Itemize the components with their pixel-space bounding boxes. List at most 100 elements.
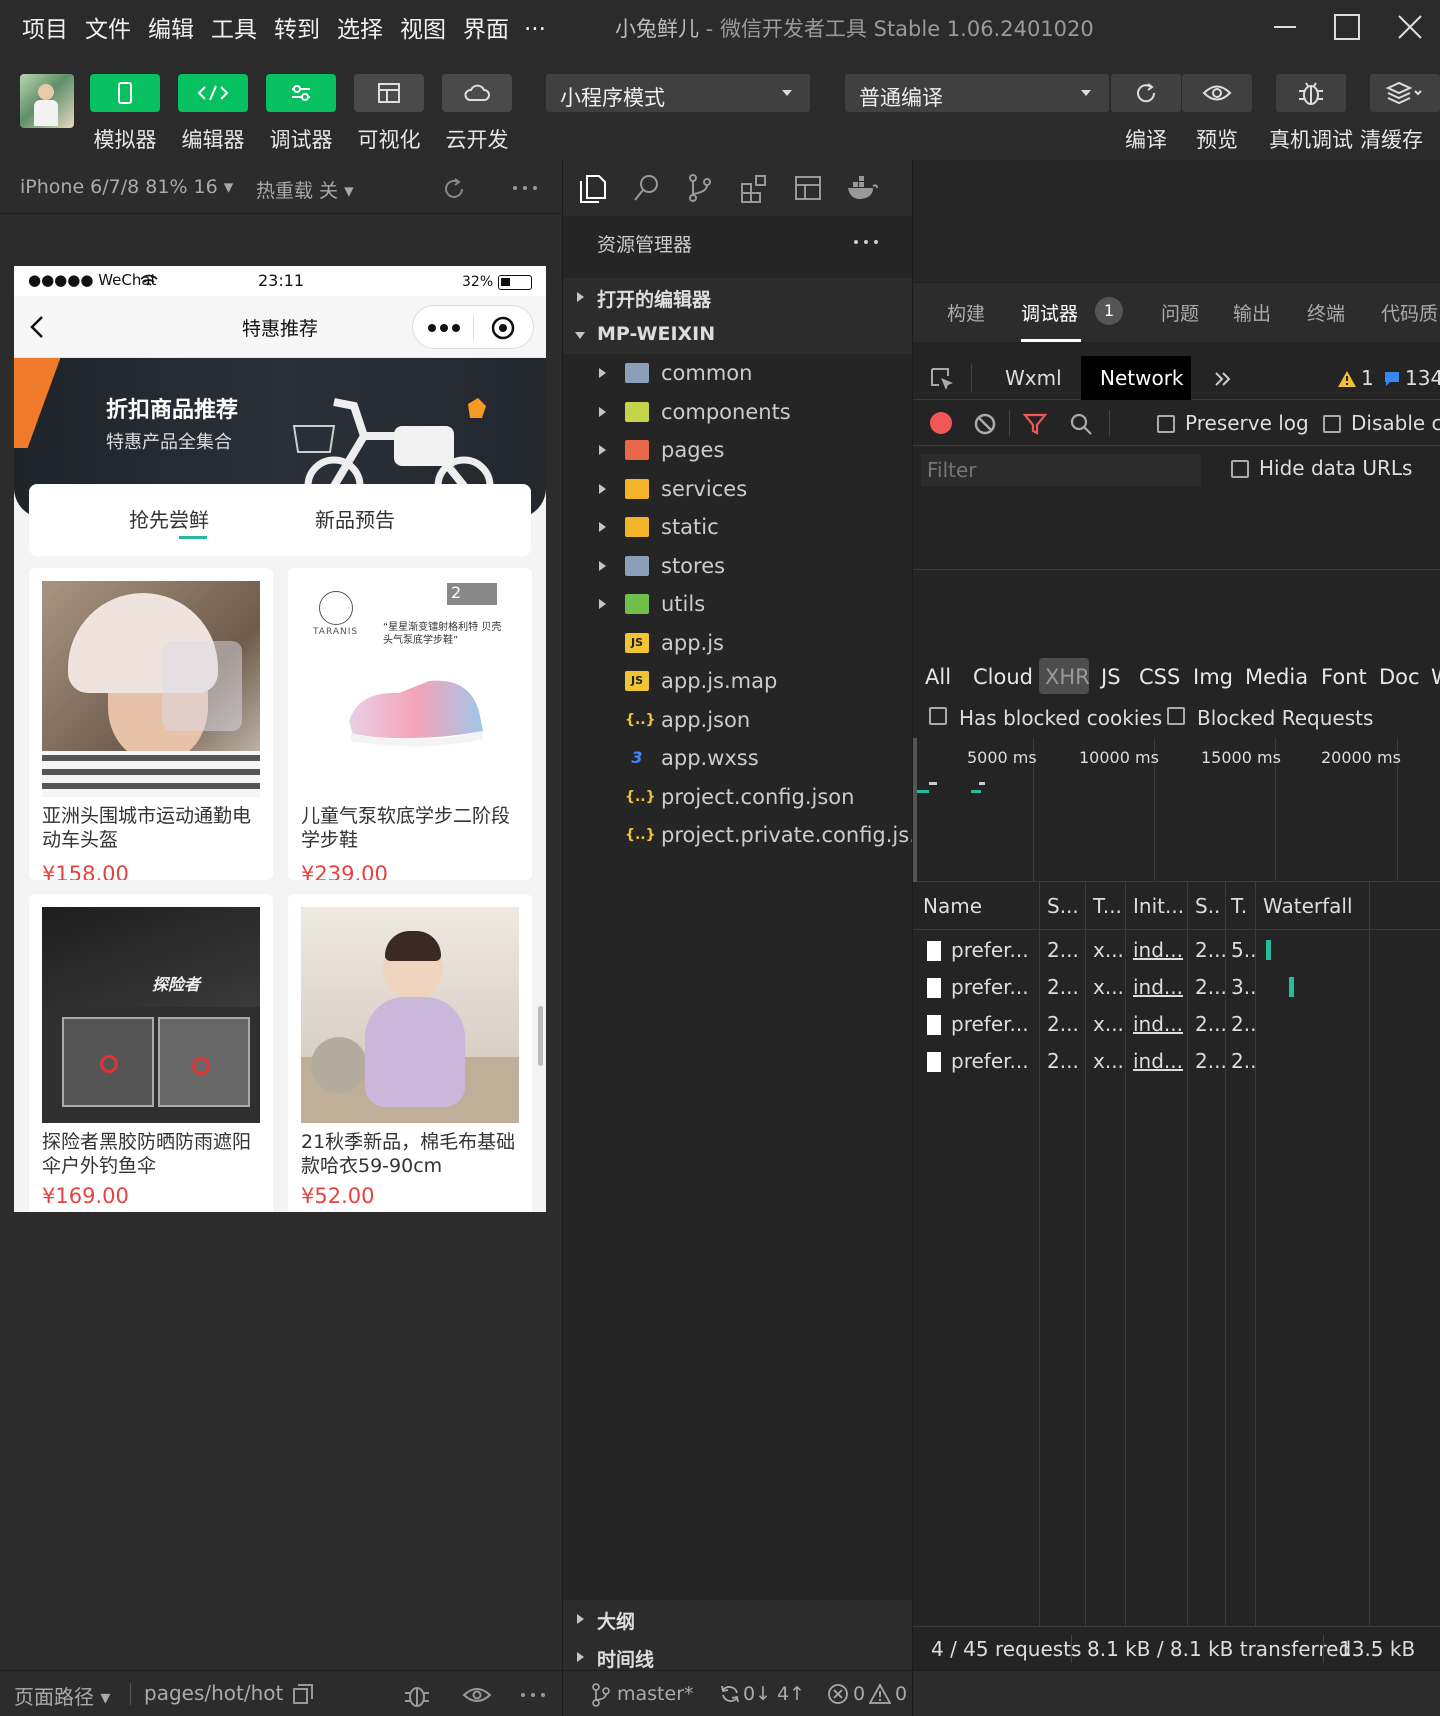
tab-wxml[interactable]: Wxml — [1005, 366, 1062, 390]
request-init[interactable]: ind... — [1133, 1012, 1183, 1036]
file-tree-item[interactable]: stores — [563, 547, 913, 585]
source-control-icon[interactable] — [685, 172, 715, 204]
message-icon[interactable] — [1383, 370, 1401, 388]
cloud-dev-button[interactable] — [442, 74, 512, 112]
request-row[interactable]: prefer... 2... x... ind... 2... 5.. — [913, 932, 1440, 969]
rotate-icon[interactable] — [442, 176, 468, 202]
product-card[interactable]: TARANIS 2 “星星渐变镭射格利特 贝壳头气泵底学步鞋” 儿童气泵软底学步… — [288, 568, 532, 880]
menu-interface[interactable]: 界面 — [463, 10, 509, 44]
type-media[interactable]: Media — [1245, 665, 1308, 689]
maximize-button[interactable] — [1324, 8, 1368, 48]
menu-view[interactable]: 视图 — [400, 10, 446, 44]
disable-cache-checkbox[interactable] — [1323, 415, 1341, 433]
type-img[interactable]: Img — [1193, 665, 1233, 689]
menu-more[interactable]: ... — [524, 10, 546, 36]
col-waterfall[interactable]: Waterfall — [1263, 894, 1353, 918]
type-font[interactable]: Font — [1321, 665, 1367, 689]
request-row[interactable]: prefer... 2... x... ind... 2... 3.. — [913, 969, 1440, 1006]
col-type[interactable]: T... — [1093, 894, 1122, 918]
page-path-label[interactable]: 页面路径 ▾ — [14, 1681, 110, 1710]
request-row[interactable]: prefer... 2... x... ind... 2... 2.. — [913, 1043, 1440, 1080]
col-status[interactable]: S... — [1047, 894, 1079, 918]
file-tree-item[interactable]: {..} app.json — [563, 701, 913, 739]
file-tree-item[interactable]: common — [563, 354, 913, 392]
clear-cache-button[interactable] — [1370, 74, 1440, 112]
mode-select[interactable]: 小程序模式 — [546, 74, 810, 112]
col-time[interactable]: T. — [1231, 894, 1247, 918]
editor-toggle-button[interactable] — [178, 74, 248, 112]
filter-input[interactable] — [921, 454, 1201, 486]
type-cloud[interactable]: Cloud — [973, 665, 1033, 689]
file-tree-item[interactable]: {..} project.private.config.js... — [563, 816, 929, 854]
visual-toggle-button[interactable] — [354, 74, 424, 112]
record-button[interactable] — [930, 412, 952, 434]
tab-new-preview[interactable]: 新品预告 — [315, 504, 395, 533]
layout-panel-icon[interactable] — [793, 172, 823, 204]
request-init[interactable]: ind... — [1133, 938, 1183, 962]
product-card[interactable]: 探险者 探险者黑胶防晒防雨遮阳伞户外钓鱼伞 ¥169.00 — [29, 894, 273, 1212]
type-ws[interactable]: W — [1431, 665, 1440, 689]
copy-icon[interactable] — [292, 1683, 314, 1705]
file-tree-item[interactable]: 3 app.wxss — [563, 739, 913, 777]
menu-select[interactable]: 选择 — [337, 10, 383, 44]
warning-icon[interactable] — [869, 1683, 891, 1705]
file-tree-item[interactable]: {..} project.config.json — [563, 778, 913, 816]
close-button[interactable] — [1388, 8, 1432, 48]
hide-data-urls-checkbox[interactable] — [1231, 460, 1249, 478]
real-device-debug-button[interactable] — [1276, 74, 1346, 112]
file-tree-item[interactable]: JS app.js.map — [563, 662, 913, 700]
col-size[interactable]: S.. — [1195, 894, 1220, 918]
tab-network[interactable]: Network — [1100, 366, 1184, 390]
search-icon[interactable] — [1069, 412, 1093, 436]
error-icon[interactable] — [827, 1683, 849, 1705]
more-icon[interactable] — [853, 238, 879, 246]
outline-section[interactable]: 大纲 — [563, 1600, 913, 1638]
git-branch[interactable]: master* — [617, 1683, 694, 1705]
tab-early-taste[interactable]: 抢先尝鲜 — [129, 504, 209, 533]
warning-icon[interactable] — [1337, 370, 1357, 388]
tab-problems[interactable]: 问题 — [1161, 299, 1199, 326]
file-tree-item[interactable]: components — [563, 393, 913, 431]
preview-button[interactable] — [1182, 74, 1252, 112]
git-branch-icon[interactable] — [591, 1683, 611, 1707]
type-doc[interactable]: Doc — [1379, 665, 1420, 689]
hot-reload-select[interactable]: 热重载 关 ▾ — [256, 176, 354, 203]
compile-button[interactable] — [1111, 74, 1181, 112]
inspect-element-icon[interactable] — [929, 366, 955, 392]
device-select[interactable]: iPhone 6/7/8 81% 16 ▾ — [20, 176, 233, 198]
compile-mode-select[interactable]: 普通编译 — [845, 74, 1109, 112]
tab-code-quality[interactable]: 代码质 — [1381, 299, 1438, 326]
filter-icon[interactable] — [1023, 412, 1047, 436]
menu-edit[interactable]: 编辑 — [148, 10, 194, 44]
file-tree-item[interactable]: services — [563, 470, 913, 508]
file-tree-item[interactable]: pages — [563, 431, 913, 469]
docker-icon[interactable] — [845, 172, 879, 204]
request-init[interactable]: ind... — [1133, 975, 1183, 999]
product-card[interactable]: 亚洲头围城市运动通勤电动车头盔 ¥158.00 — [29, 568, 273, 880]
phone-scrollbar[interactable] — [538, 1006, 543, 1066]
search-icon[interactable] — [631, 172, 661, 204]
open-editors-section[interactable]: 打开的编辑器 — [563, 278, 913, 316]
simulator-toggle-button[interactable] — [90, 74, 160, 112]
tab-terminal[interactable]: 终端 — [1307, 299, 1345, 326]
more-icon[interactable] — [520, 1691, 546, 1699]
menu-goto[interactable]: 转到 — [274, 10, 320, 44]
avatar[interactable] — [20, 74, 74, 128]
menu-tools[interactable]: 工具 — [211, 10, 257, 44]
product-card[interactable]: 21秋季新品，棉毛布基础款哈衣59-90cm ¥52.00 — [288, 894, 532, 1212]
project-root-section[interactable]: MP-WEIXIN — [563, 316, 913, 354]
files-icon[interactable] — [577, 172, 607, 204]
clear-icon[interactable] — [973, 412, 997, 436]
has-blocked-cookies-checkbox[interactable] — [929, 707, 947, 725]
sync-icon[interactable] — [719, 1683, 741, 1705]
col-name[interactable]: Name — [923, 894, 982, 918]
request-row[interactable]: prefer... 2... x... ind... 2... 2.. — [913, 1006, 1440, 1043]
minimize-button[interactable] — [1262, 8, 1306, 48]
type-xhr[interactable]: XHR — [1045, 665, 1090, 689]
extensions-icon[interactable] — [739, 172, 769, 204]
blocked-requests-checkbox[interactable] — [1167, 707, 1185, 725]
type-css[interactable]: CSS — [1139, 665, 1180, 689]
file-tree-item[interactable]: static — [563, 508, 913, 546]
menu-project[interactable]: 项目 — [22, 10, 68, 44]
preserve-log-checkbox[interactable] — [1157, 415, 1175, 433]
